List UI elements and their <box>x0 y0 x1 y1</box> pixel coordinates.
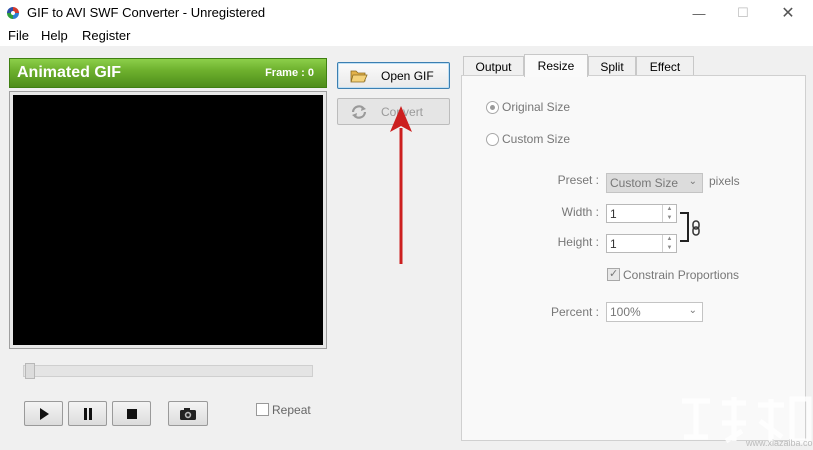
stop-icon <box>126 408 137 419</box>
width-stepper[interactable]: 1 ▲ ▼ <box>606 204 677 223</box>
menu-register[interactable]: Register <box>82 28 130 43</box>
tab-resize[interactable]: Resize <box>524 54 588 77</box>
height-value: 1 <box>610 236 617 251</box>
stepper-arrows-icon[interactable]: ▲ ▼ <box>662 235 676 252</box>
width-value: 1 <box>610 206 617 221</box>
menu-file[interactable]: File <box>8 28 29 43</box>
constrain-proportions-checkbox[interactable] <box>607 267 620 281</box>
play-icon <box>39 407 49 420</box>
original-size-radio[interactable] <box>486 101 499 114</box>
chevron-down-icon: ⌄ <box>688 176 697 187</box>
snapshot-button[interactable] <box>168 401 208 426</box>
gif-preview-area <box>13 95 323 345</box>
frame-counter: Frame : 0 <box>265 67 314 79</box>
repeat-checkbox[interactable] <box>256 403 269 416</box>
stepper-arrows-icon[interactable]: ▲ ▼ <box>662 205 676 222</box>
preview-frame <box>9 91 327 349</box>
preview-title: Animated GIF <box>17 64 122 81</box>
annotation-arrow-icon <box>390 106 412 264</box>
convert-icon <box>351 105 367 119</box>
minimize-icon: — <box>692 5 706 21</box>
chevron-down-icon: ⌄ <box>688 305 697 316</box>
app-logo-icon <box>7 7 19 19</box>
link-bracket <box>680 212 689 242</box>
close-button[interactable]: ✕ <box>765 0 811 26</box>
preset-value: Custom Size <box>610 176 679 190</box>
custom-size-radio[interactable] <box>486 133 499 146</box>
custom-size-label: Custom Size <box>502 132 571 146</box>
chain-link-icon[interactable] <box>691 220 701 236</box>
percent-label: Percent : <box>550 305 599 319</box>
preview-header: Animated GIF Frame : 0 <box>9 58 327 88</box>
repeat-label: Repeat <box>272 403 311 417</box>
width-label: Width : <box>561 205 599 219</box>
pause-button[interactable] <box>68 401 107 426</box>
percent-select[interactable]: 100% ⌄ <box>606 302 703 322</box>
title-bar: GIF to AVI SWF Converter - Unregistered … <box>0 0 813 26</box>
seek-slider[interactable] <box>23 363 313 379</box>
tab-split[interactable]: Split <box>588 56 636 76</box>
height-label: Height : <box>557 235 599 249</box>
pause-icon <box>83 407 92 420</box>
percent-value: 100% <box>610 305 641 319</box>
menu-bar: File Help Register <box>0 26 813 46</box>
watermark-url: www.xiazaiba.com <box>746 438 813 448</box>
folder-open-icon <box>350 70 368 83</box>
open-gif-button[interactable]: Open GIF <box>337 62 450 89</box>
maximize-button[interactable]: ☐ <box>720 0 766 26</box>
constrain-proportions-label: Constrain Proportions <box>623 268 740 282</box>
preset-select[interactable]: Custom Size ⌄ <box>606 173 703 193</box>
stop-button[interactable] <box>112 401 151 426</box>
frame-label: Frame : <box>265 67 305 79</box>
original-size-label: Original Size <box>502 100 571 114</box>
play-button[interactable] <box>24 401 63 426</box>
height-stepper[interactable]: 1 ▲ ▼ <box>606 234 677 253</box>
maximize-icon: ☐ <box>737 5 749 20</box>
pixels-label: pixels <box>709 174 740 188</box>
tab-effect[interactable]: Effect <box>636 56 694 76</box>
open-gif-label: Open GIF <box>381 69 434 83</box>
tab-output[interactable]: Output <box>463 56 524 76</box>
frame-value: 0 <box>307 67 314 79</box>
camera-icon <box>180 407 196 420</box>
seek-slider-thumb[interactable] <box>25 363 35 379</box>
window-title: GIF to AVI SWF Converter - Unregistered <box>27 5 266 20</box>
close-icon: ✕ <box>781 5 795 22</box>
resize-panel <box>461 75 806 441</box>
menu-help[interactable]: Help <box>41 28 68 43</box>
preset-label: Preset : <box>557 173 599 187</box>
minimize-button[interactable]: — <box>676 0 722 26</box>
